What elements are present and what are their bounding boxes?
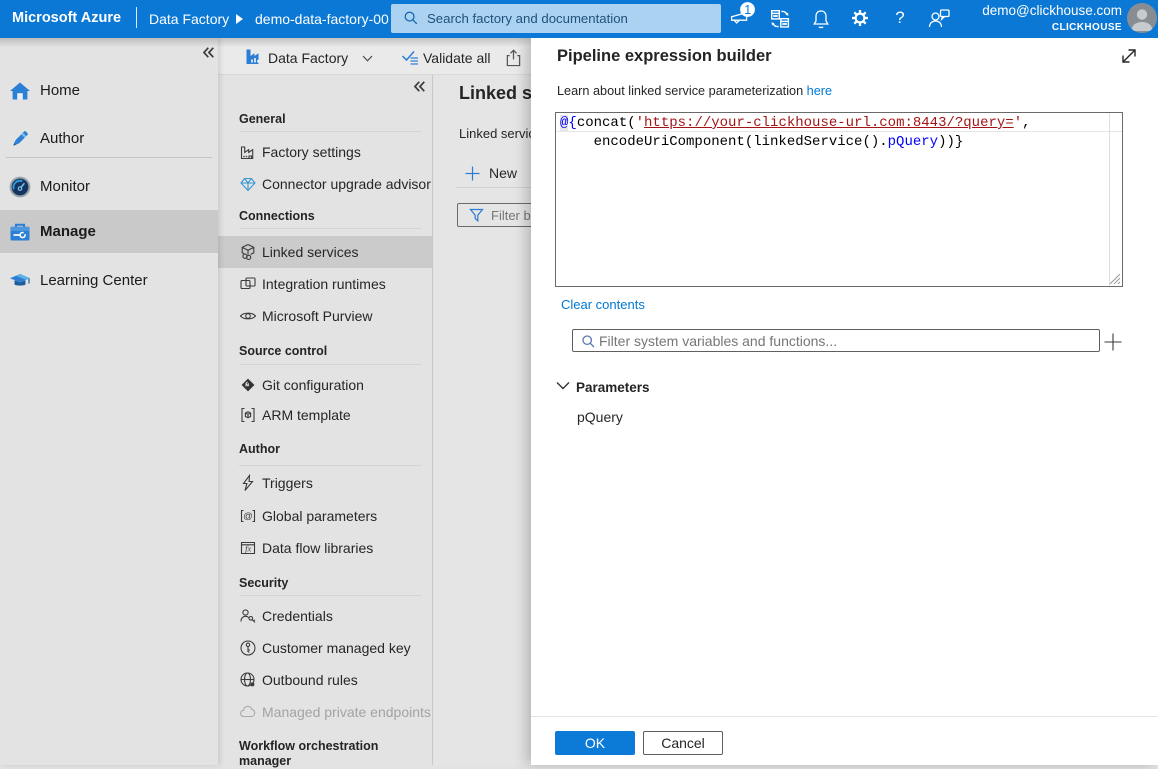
svg-text:1: 1 [744,3,751,17]
svg-text:@: @ [243,511,253,522]
svg-text:fx: fx [245,544,251,554]
